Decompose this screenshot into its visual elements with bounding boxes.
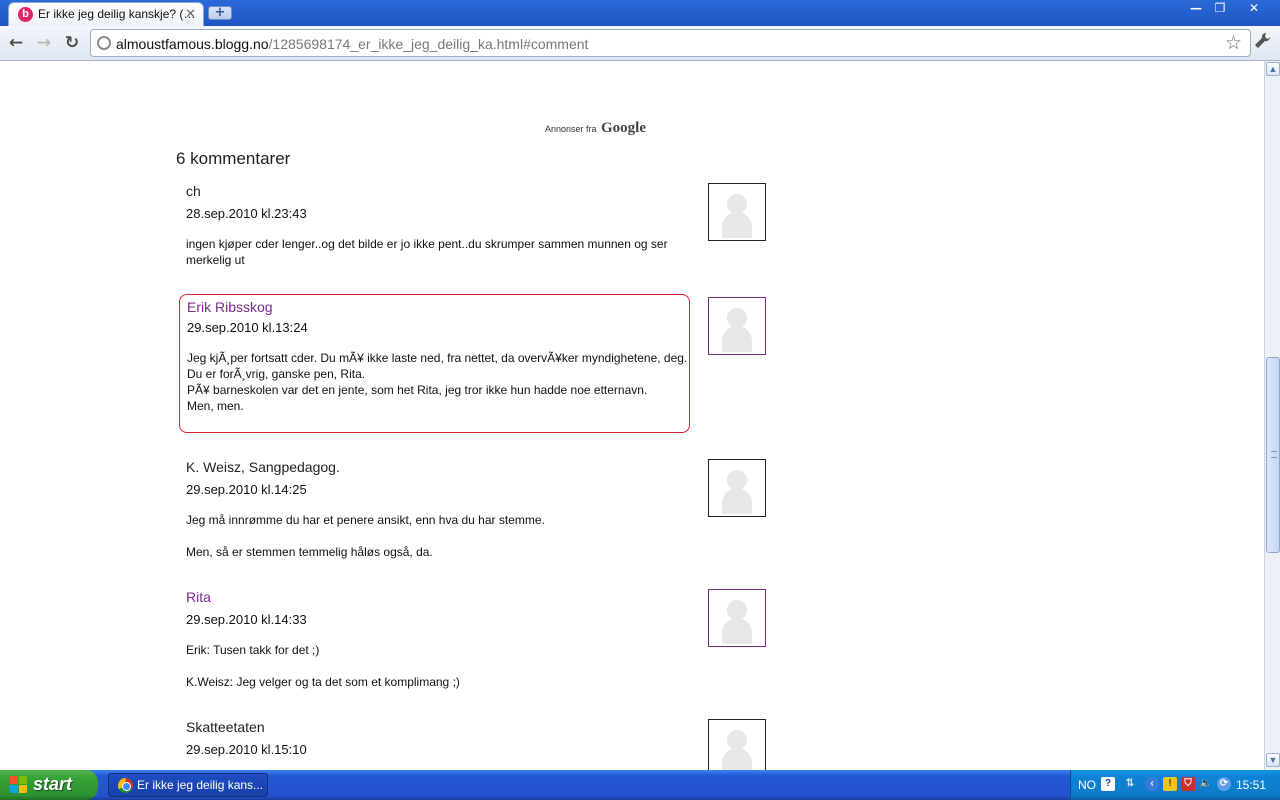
- avatar-link[interactable]: [708, 589, 766, 647]
- person-head-icon: [727, 600, 747, 620]
- person-body-icon: [722, 488, 752, 514]
- close-window-button[interactable]: ✕: [1242, 0, 1266, 18]
- comment-text: Men, så er stemmen temmelig håløs også, …: [186, 545, 433, 559]
- address-bar[interactable]: almoustfamous.blogg.no/1285698174_er_ikk…: [90, 29, 1251, 57]
- globe-icon: [97, 36, 111, 50]
- tab-title: Er ikke jeg deilig kanskje? (…: [38, 7, 196, 21]
- person-head-icon: [727, 194, 747, 214]
- page-viewport: Annonser fra Google 6 kommentarer ch 28.…: [0, 61, 1264, 770]
- url-host: almoustfamous.blogg.no: [116, 36, 269, 52]
- start-button[interactable]: start: [0, 770, 98, 800]
- browser-toolbar: ← → ↻ almoustfamous.blogg.no/1285698174_…: [0, 26, 1280, 61]
- windows-logo-icon: [10, 776, 28, 794]
- comment-date: 29.sep.2010 kl.14:33: [186, 612, 307, 627]
- task-label: Er ikke jeg deilig kans...: [137, 778, 264, 792]
- network-icon[interactable]: ⇅: [1123, 777, 1137, 791]
- security-shield-icon[interactable]: !: [1163, 777, 1177, 791]
- comment-text: ingen kjøper cder lenger..og det bilde e…: [186, 237, 668, 267]
- minimize-button[interactable]: —: [1184, 0, 1208, 18]
- new-tab-button[interactable]: +: [208, 6, 232, 20]
- tab-close-icon[interactable]: ✕: [185, 6, 196, 22]
- comment-text: Erik: Tusen takk for det ;): [186, 643, 320, 657]
- clock: 15:51: [1235, 778, 1266, 792]
- taskbar-chrome-window[interactable]: Er ikke jeg deilig kans...: [108, 773, 268, 797]
- comment-author: ch: [186, 183, 201, 199]
- scroll-up-icon[interactable]: ▲: [1266, 62, 1280, 76]
- comment-author: Skatteetaten: [186, 719, 265, 735]
- chrome-icon: [118, 778, 133, 793]
- update-icon[interactable]: ⟳: [1217, 777, 1231, 791]
- back-circle-icon[interactable]: ‹: [1145, 777, 1159, 791]
- comment-highlighted: Erik Ribsskog 29.sep.2010 kl.13:24 Jeg k…: [179, 294, 690, 433]
- comment-author-link[interactable]: Erik Ribsskog: [187, 299, 273, 315]
- comment: Skatteetaten 29.sep.2010 kl.15:10: [176, 719, 696, 770]
- language-indicator[interactable]: NO: [1078, 778, 1096, 792]
- google-ads-label[interactable]: Annonser fra Google: [545, 119, 646, 137]
- antivirus-icon[interactable]: ⛉: [1181, 777, 1195, 791]
- ads-prefix: Annonser fra: [545, 124, 597, 134]
- help-icon[interactable]: ?: [1101, 777, 1115, 791]
- blogg-favicon-icon: b: [18, 7, 33, 22]
- comment-text: K.Weisz: Jeg velger og ta det som et kom…: [186, 675, 460, 689]
- restore-button[interactable]: ❐: [1208, 0, 1232, 18]
- comment-date: 29.sep.2010 kl.15:10: [186, 742, 307, 757]
- volume-icon[interactable]: 🔈: [1199, 777, 1213, 791]
- reload-icon[interactable]: ↻: [61, 32, 83, 54]
- browser-title-bar: b Er ikke jeg deilig kanskje? (… ✕ + — ❐…: [0, 0, 1280, 26]
- vertical-scrollbar[interactable]: ▲ ▼: [1264, 61, 1280, 770]
- start-label: start: [33, 774, 73, 794]
- comment-author: K. Weisz, Sangpedagog.: [186, 459, 340, 475]
- comment: Rita 29.sep.2010 kl.14:33 Erik: Tusen ta…: [176, 589, 696, 701]
- comment-date: 28.sep.2010 kl.23:43: [186, 206, 307, 221]
- wrench-menu-icon[interactable]: [1254, 32, 1271, 54]
- person-body-icon: [722, 212, 752, 238]
- forward-arrow-icon[interactable]: →: [33, 32, 55, 54]
- bookmark-star-icon[interactable]: ☆: [1225, 32, 1242, 55]
- person-head-icon: [727, 308, 747, 328]
- avatar-link[interactable]: [708, 297, 766, 355]
- avatar: [708, 183, 766, 241]
- avatar: [708, 459, 766, 517]
- comment-text: Jeg kjÃ¸per fortsatt cder. Du mÃ¥ ikke l…: [187, 351, 688, 413]
- person-body-icon: [722, 748, 752, 770]
- comment-author-link[interactable]: Rita: [186, 589, 211, 605]
- comment-count: 6 kommentarer: [176, 149, 291, 168]
- comment-date: 29.sep.2010 kl.14:25: [186, 482, 307, 497]
- person-head-icon: [727, 470, 747, 490]
- comment: ch 28.sep.2010 kl.23:43 ingen kjøper cde…: [176, 183, 696, 278]
- scroll-thumb[interactable]: [1266, 357, 1280, 553]
- person-body-icon: [722, 326, 752, 352]
- grip-icon: [1271, 451, 1277, 458]
- browser-tab[interactable]: b Er ikke jeg deilig kanskje? (… ✕: [8, 2, 204, 26]
- person-head-icon: [727, 730, 747, 750]
- back-arrow-icon[interactable]: ←: [5, 32, 27, 54]
- address-url[interactable]: almoustfamous.blogg.no/1285698174_er_ikk…: [116, 36, 588, 52]
- comment-text: Jeg må innrømme du har et penere ansikt,…: [186, 513, 545, 527]
- avatar: [708, 719, 766, 770]
- comment-date: 29.sep.2010 kl.13:24: [187, 320, 308, 335]
- comment: K. Weisz, Sangpedagog. 29.sep.2010 kl.14…: [176, 459, 696, 571]
- person-body-icon: [722, 618, 752, 644]
- windows-taskbar: start Er ikke jeg deilig kans... NO ? ⇅ …: [0, 770, 1280, 800]
- ads-brand: Google: [600, 120, 646, 136]
- system-tray: NO ? ⇅ ‹ ! ⛉ 🔈 ⟳ 15:51: [1070, 770, 1280, 800]
- scroll-down-icon[interactable]: ▼: [1266, 753, 1280, 767]
- url-path: /1285698174_er_ikke_jeg_deilig_ka.html#c…: [268, 36, 589, 52]
